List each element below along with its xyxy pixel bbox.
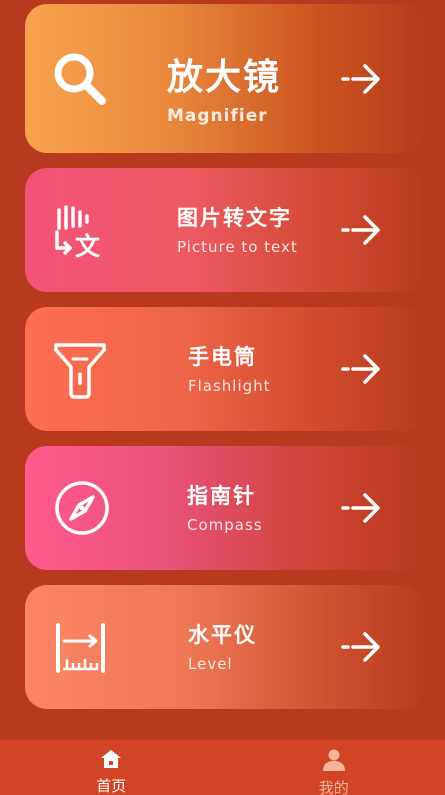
tab-home-label: 首页 [96, 777, 127, 795]
home-icon [100, 749, 122, 773]
card-title: 水平仪 [188, 623, 257, 647]
card-subtitle: Level [188, 655, 233, 673]
compass-card[interactable]: 指南针 Compass [25, 446, 425, 570]
compass-texts: 指南针 Compass [187, 482, 263, 534]
tab-home[interactable]: 首页 [0, 740, 223, 795]
card-subtitle: Magnifier [167, 106, 268, 126]
flashlight-icon [53, 341, 109, 399]
bottom-tab-bar: 首页 我的 [0, 740, 445, 795]
arrow-right-icon [341, 491, 381, 525]
arrow-right-icon [341, 352, 381, 386]
tab-mine[interactable]: 我的 [223, 740, 445, 795]
arrow-right-icon [341, 630, 381, 664]
card-title: 指南针 [187, 484, 256, 508]
level-texts: 水平仪 Level [188, 621, 257, 673]
card-title: 图片转文字 [177, 206, 292, 230]
tab-mine-label: 我的 [318, 779, 349, 795]
compass-icon [53, 479, 111, 537]
flashlight-texts: 手电筒 Flashlight [188, 343, 271, 395]
magnifier-texts: 放大镜 Magnifier [167, 56, 281, 126]
svg-text:文: 文 [75, 232, 101, 260]
magnifier-icon [53, 52, 109, 108]
arrow-right-icon [341, 213, 381, 247]
hand-text-icon: 文 [53, 204, 109, 260]
user-icon [322, 749, 346, 775]
card-subtitle: Compass [187, 516, 263, 534]
picture-to-text-texts: 图片转文字 Picture to text [177, 204, 298, 256]
arrow-right-icon [341, 62, 381, 96]
level-ruler-icon [53, 621, 109, 675]
magnifier-card[interactable]: 放大镜 Magnifier [25, 4, 425, 153]
level-card[interactable]: 水平仪 Level [25, 585, 425, 709]
card-title: 手电筒 [188, 345, 257, 369]
picture-to-text-card[interactable]: 文 图片转文字 Picture to text [25, 168, 425, 292]
card-title: 放大镜 [167, 57, 282, 98]
card-subtitle: Flashlight [188, 377, 271, 395]
card-subtitle: Picture to text [177, 238, 298, 256]
flashlight-card[interactable]: 手电筒 Flashlight [25, 307, 425, 431]
